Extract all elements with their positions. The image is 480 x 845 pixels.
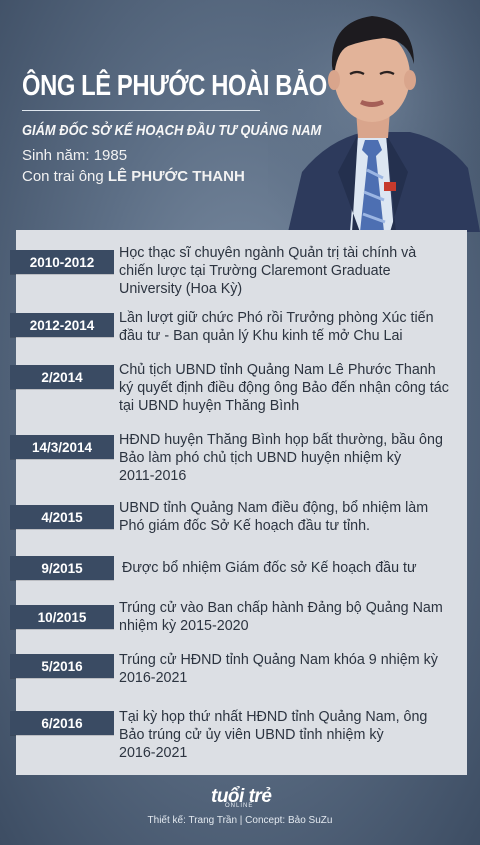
desc-line: HĐND huyện Thăng Bình họp bất thường, bầ… <box>119 432 443 448</box>
entry-description: HĐND huyện Thăng Bình họp bất thường, bầ… <box>119 431 461 485</box>
desc-line: Phó giám đốc Sở Kế hoạch đầu tư tỉnh. <box>119 518 371 534</box>
father-info: Con trai ông LÊ PHƯỚC THANH <box>22 168 245 185</box>
desc-line: chiến lược tại Trường Claremont Graduate <box>119 263 391 279</box>
title-divider <box>22 110 260 111</box>
desc-line: Trúng cử HĐND tỉnh Quảng Nam khóa 9 nhiệ… <box>119 652 438 668</box>
father-name: LÊ PHƯỚC THANH <box>107 168 245 185</box>
date-tag: 5/2016 <box>10 654 114 678</box>
desc-line: Học thạc sĩ chuyên ngành Quản trị tài ch… <box>119 245 417 261</box>
entry-description: Lần lượt giữ chức Phó rồi Trưởng phòng X… <box>119 309 461 345</box>
date-tag: 2012-2014 <box>10 313 114 337</box>
desc-line: Chủ tịch UBND tỉnh Quảng Nam Lê Phước Th… <box>119 362 436 378</box>
timeline-panel: 2010-2012 Học thạc sĩ chuyên ngành Quản … <box>10 230 467 775</box>
desc-line: nhiệm kỳ 2015-2020 <box>119 618 249 634</box>
entry-description: Chủ tịch UBND tỉnh Quảng Nam Lê Phước Th… <box>119 361 461 415</box>
date-tag: 14/3/2014 <box>10 435 114 459</box>
desc-line: Lần lượt giữ chức Phó rồi Trưởng phòng X… <box>119 310 434 326</box>
entry-description: Tại kỳ họp thứ nhất HĐND tỉnh Quảng Nam,… <box>119 708 461 762</box>
entry-description: UBND tỉnh Quảng Nam điều động, bổ nhiệm … <box>119 499 461 535</box>
entry-description: Trúng cử vào Ban chấp hành Đảng bộ Quảng… <box>119 599 461 635</box>
date-tag: 6/2016 <box>10 711 114 735</box>
date-tag: 10/2015 <box>10 605 114 629</box>
position-subtitle: GIÁM ĐỐC SỞ KẾ HOẠCH ĐẦU TƯ QUẢNG NAM <box>22 122 322 139</box>
entry-description: Trúng cử HĐND tỉnh Quảng Nam khóa 9 nhiệ… <box>119 651 461 687</box>
desc-line: tại UBND huyện Thăng Bình <box>119 398 300 414</box>
desc-line: 2011-2016 <box>119 468 187 484</box>
birth-year: Sinh năm: 1985 <box>22 147 128 164</box>
desc-line: ký quyết định điều động ông Bảo đến nhận… <box>119 380 449 396</box>
desc-line: Trúng cử vào Ban chấp hành Đảng bộ Quảng… <box>119 600 443 616</box>
header: ÔNG LÊ PHƯỚC HOÀI BẢO GIÁM ĐỐC SỞ KẾ HOẠ… <box>0 0 480 232</box>
date-tag: 2/2014 <box>10 365 114 389</box>
desc-line: đầu tư - Ban quản lý Khu kinh tế mở Chu … <box>119 328 403 344</box>
logo-subtext: ONLINE <box>225 803 254 809</box>
desc-line: Bảo trúng cử ủy viên UBND tỉnh nhiệm kỳ <box>119 727 384 743</box>
father-prefix: Con trai ông <box>22 168 108 185</box>
desc-line: UBND tỉnh Quảng Nam điều động, bổ nhiệm … <box>119 500 429 516</box>
desc-line: Tại kỳ họp thứ nhất HĐND tỉnh Quảng Nam,… <box>119 709 428 725</box>
desc-line: 2016-2021 <box>119 670 188 686</box>
date-tag: 9/2015 <box>10 556 114 580</box>
desc-line: 2016-2021 <box>119 745 188 761</box>
page-title: ÔNG LÊ PHƯỚC HOÀI BẢO <box>22 70 327 102</box>
entry-description: Được bổ nhiệm Giám đốc sở Kế hoạch đầu t… <box>122 559 464 577</box>
desc-line: Bảo làm phó chủ tịch UBND huyện nhiệm kỳ <box>119 450 402 466</box>
date-tag: 2010-2012 <box>10 250 114 274</box>
entry-description: Học thạc sĩ chuyên ngành Quản trị tài ch… <box>119 244 461 298</box>
date-tag: 4/2015 <box>10 505 114 529</box>
desc-line: University (Hoa Kỳ) <box>119 281 243 297</box>
design-credit: Thiết kế: Trang Trần | Concept: Bảo SuZu <box>147 815 333 826</box>
portrait-image <box>268 0 480 232</box>
desc-line: Được bổ nhiệm Giám đốc sở Kế hoạch đầu t… <box>122 560 417 576</box>
